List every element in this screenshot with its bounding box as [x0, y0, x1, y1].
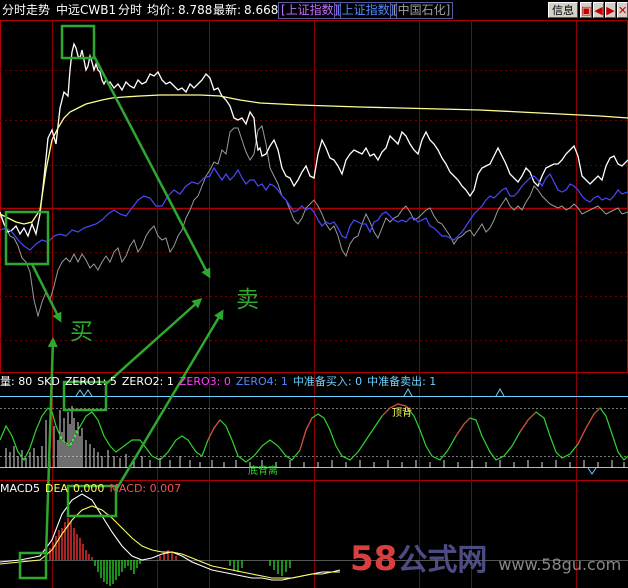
buy-prep-label: 中准备买入: 0: [292, 375, 363, 388]
zero4-label: ZERO4: 1: [235, 375, 288, 388]
macd-value: MACD: 0.007: [109, 482, 182, 495]
sell-prep-label: 中准备卖出: 1: [367, 375, 437, 388]
macd-indicator-header: MACD5 DEA 0.000 MACD: 0.007: [0, 482, 186, 496]
peak-highlight-box: [60, 24, 96, 60]
stock-chart-window: { "header": { "title": "分时走势", "stock_na…: [0, 0, 628, 588]
watermark: 58公式网 www.58gu.com: [350, 535, 621, 579]
sell-arrow-3: [114, 309, 224, 491]
dea-label: DEA: [44, 482, 68, 495]
skd-indicator-header: 量: 80 SKD ZERO1: 5 ZERO2: 1 ZERO3: 0 ZERO4: 1…: [0, 375, 441, 389]
macd-green-bars: [94, 560, 291, 586]
bottom-divergence-label: 底背离: [248, 466, 278, 477]
watermark-number: 58: [350, 539, 398, 579]
buy-annotation: 买: [70, 319, 93, 345]
buy-arrow-1: [30, 263, 62, 323]
chart-canvas: [0, 20, 628, 588]
macd-red-bars: [49, 518, 93, 560]
macd5-label: MACD5: [0, 482, 40, 495]
macd-bottom-box: [18, 551, 48, 580]
watermark-text: 公式网: [397, 543, 488, 578]
zero3-label: ZERO3: 0: [178, 375, 231, 388]
sell-annotation: 卖: [236, 287, 259, 313]
macd-diff-line: [0, 493, 341, 581]
skd-label: SKD: [37, 375, 60, 388]
vol-label: 量: 80: [0, 375, 33, 388]
watermark-url: www.58gu.com: [498, 555, 622, 574]
zero2-label: ZERO2: 1: [121, 375, 174, 388]
zero1-label: ZERO1: 5: [64, 375, 117, 388]
top-divergence-label: 顶背: [392, 408, 412, 419]
dea-value: 0.000: [72, 482, 105, 495]
